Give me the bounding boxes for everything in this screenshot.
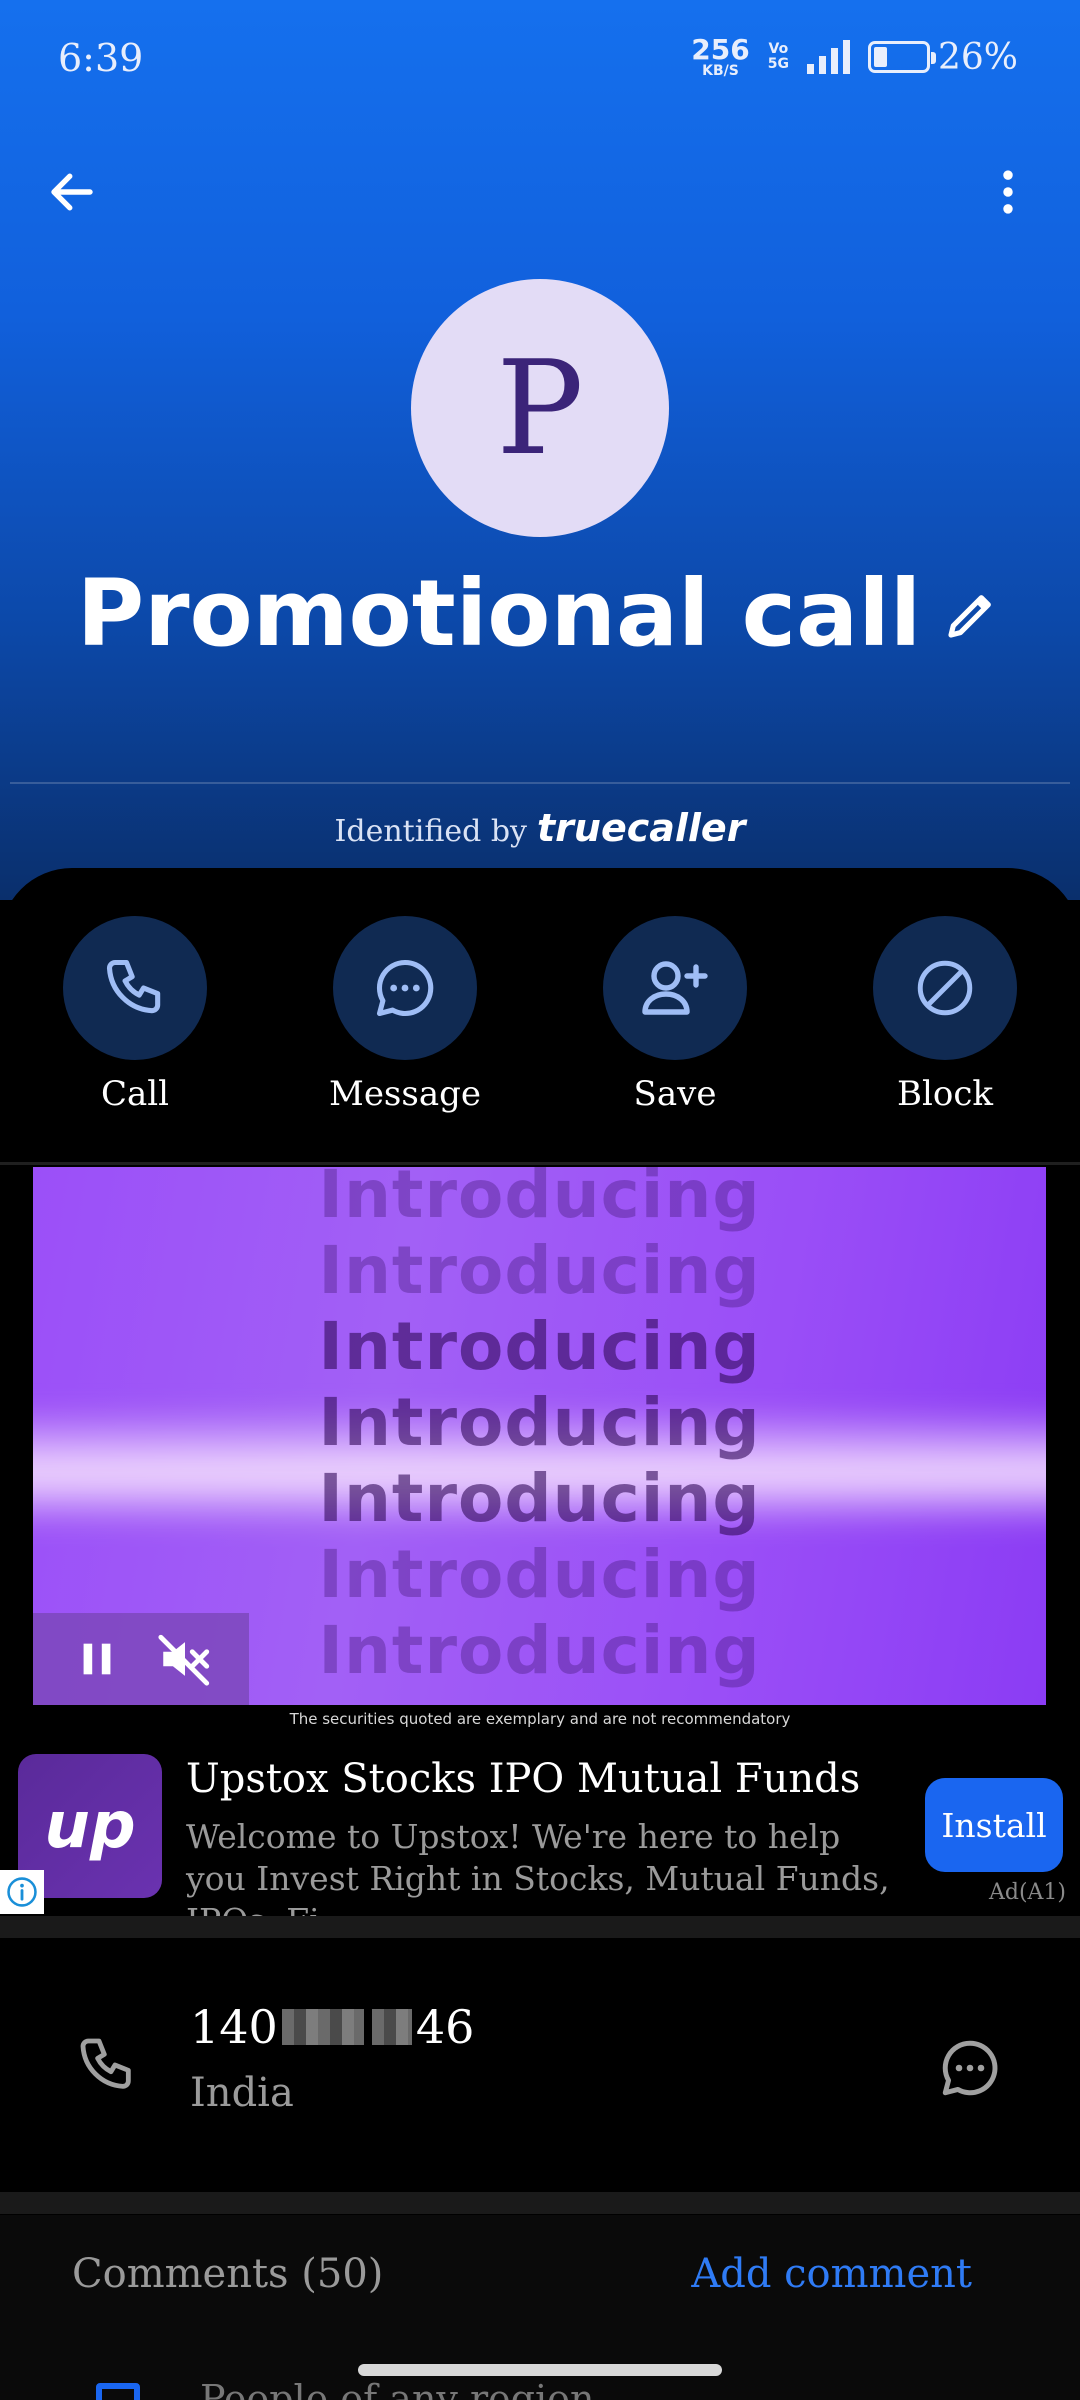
add-comment-button[interactable]: Add comment [691,2251,972,2297]
edit-name-button[interactable] [941,583,1003,645]
section-band [0,1916,1080,1938]
comment-icon [96,2383,140,2400]
comments-title: Comments (50) [72,2251,384,2297]
section-divider [0,1162,1080,1165]
redacted-digits [371,2009,412,2045]
more-options-button[interactable] [976,160,1040,224]
call-circle [63,916,207,1060]
call-label: Call [100,1074,170,1114]
section-band [0,2192,1080,2214]
volte-line2: 5G [767,56,789,72]
home-indicator[interactable] [358,2364,722,2376]
block-icon [917,960,973,1016]
volte-line1: Vo [768,40,789,57]
name-row: Promotional call [0,560,1080,667]
more-vertical-icon [1003,170,1013,214]
add-person-icon [642,961,708,1015]
video-text-line: Introducing [318,1308,761,1385]
contact-header: 6:39 256 KB/S Vo 5G 26% P Promotional ca… [0,0,1080,900]
pause-button[interactable] [65,1627,129,1691]
pencil-icon [948,594,992,638]
ad-video[interactable]: Introducing Introducing Introducing Intr… [33,1167,1046,1705]
video-text-line: Introducing [318,1536,761,1613]
block-circle [873,916,1017,1060]
status-icons: 256 KB/S Vo 5G 26% [691,33,1018,79]
ad-banner[interactable]: up Upstox Stocks IPO Mutual Funds Welcom… [0,1746,1080,1940]
avatar: P [411,279,669,537]
battery-percent: 26% [937,36,1018,78]
phone-icon [106,959,161,1014]
arrow-left-icon [51,173,93,211]
status-bar: 6:39 256 KB/S Vo 5G 26% [0,0,1080,120]
video-text-line: Introducing [318,1384,761,1461]
truecaller-logo: truecaller [536,806,746,850]
call-button[interactable]: Call [35,916,235,1114]
video-text-line: Introducing [318,1612,761,1689]
avatar-letter: P [496,332,584,484]
message-button[interactable]: Message [305,916,505,1114]
save-button[interactable]: Save [575,916,775,1114]
ad-tag: Ad(A1) [988,1880,1066,1905]
redacted-digits [281,2009,364,2045]
network-speed: 256 KB/S [691,33,750,79]
comment-peek-text: People of any region [200,2377,595,2400]
back-button[interactable] [40,160,104,224]
pause-icon [83,1643,111,1675]
battery-icon: 26% [867,36,1018,78]
ad-title: Upstox Stocks IPO Mutual Funds [186,1756,861,1802]
video-controls [33,1613,249,1705]
save-label: Save [633,1074,717,1114]
phone-number: 140 46 [190,2000,474,2054]
volte-icon: Vo 5G [767,40,789,73]
video-text-stack: Introducing Introducing Introducing Intr… [33,1167,1046,1689]
phone-number-row[interactable]: 140 46 India [0,1940,1080,2190]
video-text-line: Introducing [318,1167,761,1233]
action-bar: Call Message Save Block [0,916,1080,1136]
phone-row-icon [72,2030,142,2100]
chat-bubble-icon [942,2040,998,2096]
header-divider [10,782,1070,784]
network-speed-unit: KB/S [702,63,739,79]
install-button[interactable]: Install [925,1778,1063,1872]
ad-info-button[interactable] [0,1870,44,1914]
chat-bubble-icon [376,959,434,1017]
block-label: Block [897,1074,993,1114]
app-icon-text: up [44,1789,136,1863]
mute-button[interactable] [153,1627,217,1691]
save-circle [603,916,747,1060]
message-number-button[interactable] [934,2032,1006,2104]
identified-by-text: Identified by [334,814,527,849]
video-text-line: Introducing [318,1232,761,1309]
contact-name: Promotional call [76,560,922,667]
message-circle [333,916,477,1060]
status-time: 6:39 [58,36,144,80]
message-label: Message [329,1074,481,1114]
video-text-line: Introducing [318,1460,761,1537]
identified-by: Identified by truecaller [0,806,1080,850]
phone-number-start: 140 [190,2000,278,2054]
volume-muted-icon [158,1634,210,1686]
block-button[interactable]: Block [845,916,1045,1114]
signal-icon [806,40,850,74]
info-icon [7,1877,37,1907]
network-speed-value: 256 [691,33,750,66]
ad-disclaimer: The securities quoted are exemplary and … [289,1710,791,1728]
phone-icon [80,2038,131,2089]
phone-number-end: 46 [415,2000,475,2054]
comments-header: Comments (50) Add comment [0,2215,1080,2335]
phone-country: India [190,2070,294,2116]
